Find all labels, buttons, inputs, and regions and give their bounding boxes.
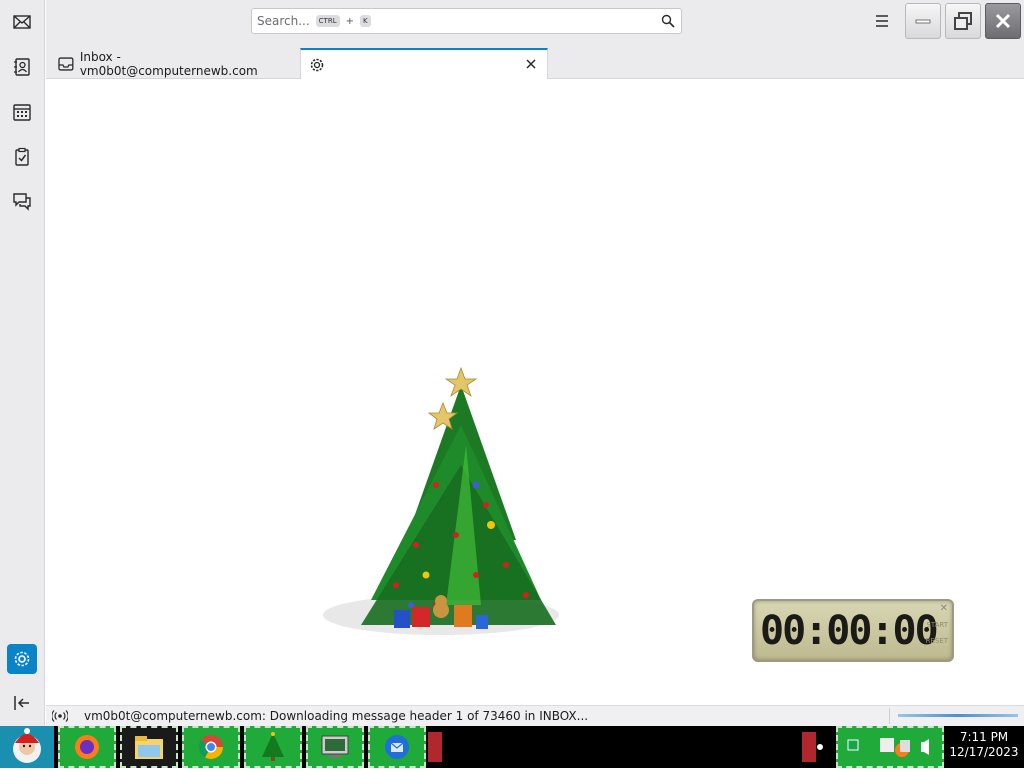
taskbar-monitor[interactable] (306, 726, 364, 768)
taskbar-clock[interactable]: 7:11 PM 12/17/2023 (944, 730, 1024, 764)
christmas-tree-icon (262, 732, 284, 761)
shortcut-plus: + (345, 15, 354, 27)
chat-icon (13, 193, 31, 211)
close-tab-icon[interactable] (525, 58, 537, 70)
minimize-button[interactable] (905, 3, 941, 39)
gear-icon (310, 58, 324, 71)
shortcut-k-key: K (360, 15, 371, 27)
gadget-close-icon[interactable]: ✕ (940, 603, 948, 614)
tasks-space-button[interactable] (7, 142, 37, 172)
download-progress-bar (898, 714, 1018, 717)
search-input[interactable]: Search... CTRL + K (251, 8, 682, 34)
spaces-toolbar (0, 0, 45, 726)
collapse-spaces-button[interactable] (7, 688, 37, 718)
search-icon[interactable] (661, 14, 675, 28)
close-window-button[interactable] (985, 3, 1021, 39)
inbox-icon (58, 56, 74, 71)
folder-icon (135, 736, 163, 759)
settings-space-button[interactable] (7, 644, 37, 674)
minimize-icon (915, 19, 931, 24)
firefox-icon (75, 735, 99, 759)
start-button[interactable] (0, 726, 54, 768)
chrome-icon (198, 735, 223, 760)
status-bar: vm0b0t@computernewb.com: Downloading mes… (46, 705, 1024, 726)
monitor-icon (321, 735, 349, 758)
taskbar-firefox[interactable] (58, 726, 116, 768)
system-tray[interactable] (836, 726, 944, 768)
app-menu-icon[interactable] (872, 12, 892, 30)
tab-inbox-label: Inbox - vm0b0t@computernewb.com (79, 49, 258, 78)
address-book-space-button[interactable] (7, 52, 37, 82)
taskbar-christmas-tree[interactable] (244, 726, 302, 768)
stopwatch-time: 00:00:00 (760, 608, 939, 654)
shortcut-ctrl-key: CTRL (315, 15, 340, 27)
restore-button[interactable] (945, 3, 981, 39)
settings-content: 00:00:00 ✕ START RESET (46, 80, 1024, 706)
calendar-space-button[interactable] (7, 97, 37, 127)
mail-space-button[interactable] (7, 7, 37, 37)
settings-icon (14, 651, 30, 667)
thunderbird-icon (385, 735, 409, 759)
tab-settings[interactable] (300, 48, 548, 79)
title-bar: Search... CTRL + K (46, 0, 1024, 44)
progress-fill (898, 714, 1018, 717)
restore-icon (954, 12, 972, 30)
status-divider (889, 708, 890, 724)
calendar-icon (13, 104, 31, 121)
search-placeholder: Search... (257, 14, 310, 28)
santa-start-icon (13, 728, 41, 763)
reset-button[interactable]: RESET (926, 637, 948, 645)
chat-space-button[interactable] (7, 186, 37, 216)
taskbar-show-desktop[interactable] (802, 732, 816, 762)
start-button[interactable]: START (926, 621, 948, 629)
windows-taskbar: 7:11 PM 12/17/2023 (0, 726, 1024, 768)
taskbar-date: 12/17/2023 (949, 745, 1019, 759)
taskbar-time: 7:11 PM (959, 730, 1009, 744)
address-book-icon (14, 58, 30, 76)
tab-inbox[interactable]: Inbox - vm0b0t@computernewb.com (50, 48, 300, 79)
taskbar-thunderbird[interactable] (368, 726, 426, 768)
mail-icon (13, 15, 31, 29)
taskbar-chrome[interactable] (182, 726, 240, 768)
taskbar-red-marker (428, 732, 442, 762)
collapse-icon (14, 696, 29, 710)
christmas-tree-desktop-image (323, 366, 559, 635)
tasks-icon (15, 147, 29, 166)
stopwatch-gadget: 00:00:00 ✕ START RESET (752, 599, 954, 662)
tray-icons (847, 738, 929, 757)
online-status-icon[interactable] (52, 709, 68, 723)
thunderbird-window: Search... CTRL + K Inbox - vm0b0t@comput… (0, 0, 1024, 726)
tab-strip: Inbox - vm0b0t@computernewb.com (46, 44, 1024, 79)
taskbar-explorer[interactable] (120, 726, 178, 768)
taskbar-dot (817, 744, 823, 750)
close-icon (995, 13, 1011, 29)
status-message: vm0b0t@computernewb.com: Downloading mes… (84, 709, 589, 723)
